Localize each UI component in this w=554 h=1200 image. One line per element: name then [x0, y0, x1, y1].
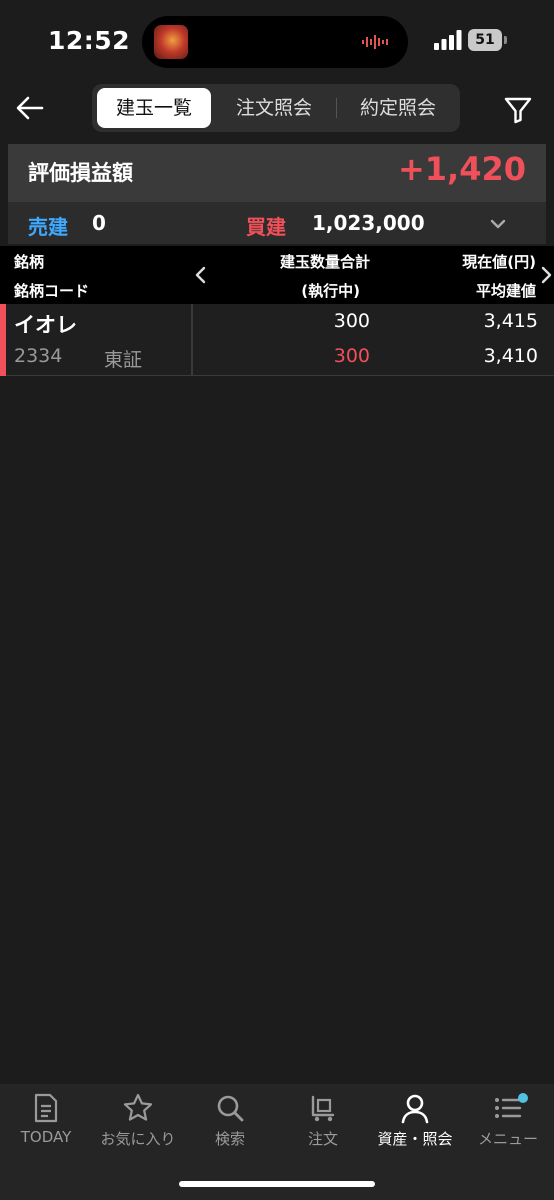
battery-icon: 51: [468, 29, 502, 51]
chevron-left-icon[interactable]: [192, 264, 210, 286]
now-playing-artwork: [154, 25, 188, 59]
header-current-price: 現在値(円): [462, 253, 536, 271]
segment-divider: [336, 98, 337, 118]
pnl-row: 評価損益額 +1,420: [8, 144, 546, 200]
tab-executions[interactable]: 約定照会: [340, 88, 456, 128]
position-totals-row[interactable]: 売建 0 買建 1,023,000: [8, 202, 546, 244]
pnl-label: 評価損益額: [28, 161, 133, 185]
pnl-value: +1,420: [397, 150, 526, 188]
cellular-signal-icon: [434, 30, 462, 50]
stock-market: 東証: [104, 349, 143, 371]
header-average-price: 平均建値: [475, 282, 536, 300]
nav-header: 建玉一覧 注文照会 約定照会: [0, 80, 554, 136]
tab-orders[interactable]: 注文照会: [216, 88, 332, 128]
tab-order-label: 注文: [307, 1130, 338, 1148]
person-icon: [401, 1094, 429, 1124]
tab-favorites[interactable]: お気に入り: [92, 1092, 184, 1156]
segmented-control: 建玉一覧 注文照会 約定照会: [92, 84, 460, 132]
tab-order[interactable]: 注文: [277, 1092, 369, 1156]
buy-position-value: 1,023,000: [312, 211, 425, 235]
header-stock-code: 銘柄コード: [14, 282, 90, 300]
tab-assets[interactable]: 資産・照会: [369, 1092, 461, 1156]
home-indicator: [179, 1181, 375, 1187]
status-time: 12:52: [48, 26, 131, 55]
battery-level: 51: [475, 32, 495, 48]
dynamic-island: [142, 16, 408, 68]
tab-favorites-label: お気に入り: [100, 1130, 176, 1148]
status-bar: 12:52 51: [0, 0, 554, 80]
sell-position-value: 0: [92, 211, 106, 235]
stock-code: 2334: [14, 345, 63, 367]
table-header: 銘柄 銘柄コード 建玉数量合計 (執行中) 現在値(円) 平均建値: [0, 246, 554, 304]
tab-assets-label: 資産・照会: [377, 1130, 453, 1148]
tab-search[interactable]: 検索: [184, 1092, 276, 1156]
audio-wave-icon: [362, 35, 388, 49]
chevron-down-icon[interactable]: [486, 212, 510, 236]
arrow-left-icon: [16, 96, 44, 120]
column-divider: [191, 304, 193, 376]
header-qty-executing: (執行中): [301, 282, 360, 300]
buy-position-marker: [0, 304, 6, 376]
tab-search-label: 検索: [214, 1130, 245, 1148]
star-icon: [123, 1093, 153, 1121]
sell-position-label: 売建: [28, 215, 68, 239]
qty-executing: 300: [333, 345, 370, 367]
back-button[interactable]: [10, 88, 50, 128]
app-screen: 12:52 51 建玉一覧 注文照会 約定照会 評価損益額 +1,420 売建 …: [0, 0, 554, 1200]
tab-menu[interactable]: メニュー: [462, 1092, 554, 1156]
notification-dot: [518, 1093, 528, 1103]
header-qty-total: 建玉数量合計: [279, 253, 370, 271]
filter-icon: [504, 97, 532, 124]
filter-button[interactable]: [498, 90, 538, 130]
table-row[interactable]: イオレ 2334 東証 300 300 3,415 3,410: [0, 304, 554, 376]
tab-menu-label: メニュー: [477, 1130, 538, 1148]
current-price: 3,415: [483, 310, 538, 332]
header-stock-name: 銘柄: [14, 253, 45, 271]
average-price: 3,410: [483, 345, 538, 367]
document-icon: [34, 1093, 58, 1123]
buy-position-label: 買建: [246, 215, 286, 239]
battery-tip: [504, 36, 507, 44]
qty-total: 300: [333, 310, 370, 332]
search-icon: [217, 1095, 244, 1122]
chevron-right-icon[interactable]: [538, 264, 554, 286]
stock-name: イオレ: [14, 313, 77, 337]
cart-icon: [311, 1095, 335, 1122]
tab-positions[interactable]: 建玉一覧: [97, 88, 211, 128]
tab-today-label: TODAY: [20, 1128, 72, 1146]
position-summary: 評価損益額 +1,420 売建 0 買建 1,023,000: [8, 144, 546, 244]
tab-today[interactable]: TODAY: [0, 1092, 92, 1156]
